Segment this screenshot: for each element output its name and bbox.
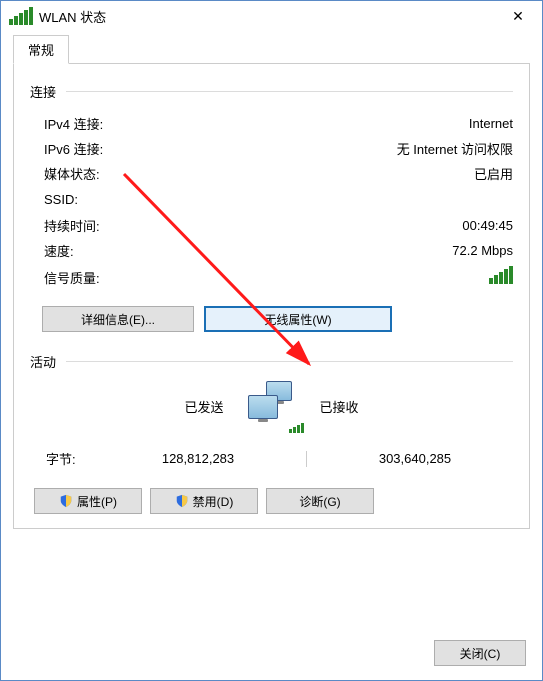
diagnose-button-label: 诊断(G) bbox=[299, 493, 340, 510]
row-ipv4: IPv4 连接: Internet bbox=[30, 111, 513, 136]
bytes-row: 字节: 128,812,283 303,640,285 bbox=[30, 449, 513, 468]
network-activity-icon bbox=[224, 381, 320, 431]
row-media: 媒体状态: 已启用 bbox=[30, 161, 513, 186]
tab-general-label: 常规 bbox=[28, 43, 54, 58]
shield-icon bbox=[59, 494, 73, 508]
speed-label: 速度: bbox=[44, 241, 74, 260]
media-label: 媒体状态: bbox=[44, 164, 100, 183]
row-speed: 速度: 72.2 Mbps bbox=[30, 238, 513, 263]
divider bbox=[66, 91, 513, 92]
ssid-value bbox=[403, 189, 513, 210]
activity-direction-row: 已发送 已接收 bbox=[30, 381, 513, 431]
signal-bars-icon bbox=[489, 266, 513, 284]
ipv4-value: Internet bbox=[469, 116, 513, 131]
shield-icon bbox=[175, 494, 189, 508]
wireless-properties-button[interactable]: 无线属性(W) bbox=[204, 306, 392, 332]
properties-button-label: 属性(P) bbox=[77, 493, 117, 510]
window-close-button[interactable]: ✕ bbox=[498, 2, 538, 30]
speed-value: 72.2 Mbps bbox=[452, 243, 513, 258]
details-button[interactable]: 详细信息(E)... bbox=[42, 306, 194, 332]
disable-button[interactable]: 禁用(D) bbox=[150, 488, 258, 514]
ipv6-label: IPv6 连接: bbox=[44, 139, 103, 158]
tab-strip: 常规 bbox=[13, 35, 530, 64]
section-connection-label: 连接 bbox=[30, 82, 56, 101]
bytes-label: 字节: bbox=[32, 449, 102, 468]
titlebar: WLAN 状态 ✕ bbox=[1, 1, 542, 31]
row-signal: 信号质量: bbox=[30, 263, 513, 290]
row-ipv6: IPv6 连接: 无 Internet 访问权限 bbox=[30, 136, 513, 161]
disable-button-label: 禁用(D) bbox=[193, 493, 234, 510]
section-activity-label: 活动 bbox=[30, 352, 56, 371]
sent-label: 已发送 bbox=[104, 397, 224, 416]
wlan-status-window: WLAN 状态 ✕ 常规 连接 IPv4 连接: Internet IPv6 连… bbox=[0, 0, 543, 681]
close-icon: ✕ bbox=[512, 8, 524, 25]
bytes-received-value: 303,640,285 bbox=[319, 451, 511, 466]
close-button[interactable]: 关闭(C) bbox=[434, 640, 526, 666]
bytes-sent-value: 128,812,283 bbox=[102, 451, 294, 466]
ssid-label: SSID: bbox=[44, 192, 78, 207]
properties-button[interactable]: 属性(P) bbox=[34, 488, 142, 514]
ipv6-value: 无 Internet 访问权限 bbox=[397, 139, 513, 158]
row-ssid: SSID: bbox=[30, 186, 513, 213]
diagnose-button[interactable]: 诊断(G) bbox=[266, 488, 374, 514]
tab-general[interactable]: 常规 bbox=[13, 35, 69, 64]
wifi-icon bbox=[9, 7, 33, 25]
divider bbox=[66, 361, 513, 362]
signal-value bbox=[489, 266, 513, 287]
ipv4-label: IPv4 连接: bbox=[44, 114, 103, 133]
section-activity-header: 活动 bbox=[30, 352, 513, 371]
duration-value: 00:49:45 bbox=[462, 218, 513, 233]
close-button-label: 关闭(C) bbox=[460, 645, 501, 662]
signal-label: 信号质量: bbox=[44, 268, 100, 287]
tab-panel-general: 连接 IPv4 连接: Internet IPv6 连接: 无 Internet… bbox=[13, 63, 530, 529]
received-label: 已接收 bbox=[320, 397, 440, 416]
window-title: WLAN 状态 bbox=[39, 7, 498, 26]
section-connection-header: 连接 bbox=[30, 82, 513, 101]
duration-label: 持续时间: bbox=[44, 216, 100, 235]
wireless-button-label: 无线属性(W) bbox=[264, 311, 331, 328]
divider bbox=[306, 451, 307, 467]
row-duration: 持续时间: 00:49:45 bbox=[30, 213, 513, 238]
media-value: 已启用 bbox=[474, 164, 513, 183]
details-button-label: 详细信息(E)... bbox=[81, 311, 155, 328]
